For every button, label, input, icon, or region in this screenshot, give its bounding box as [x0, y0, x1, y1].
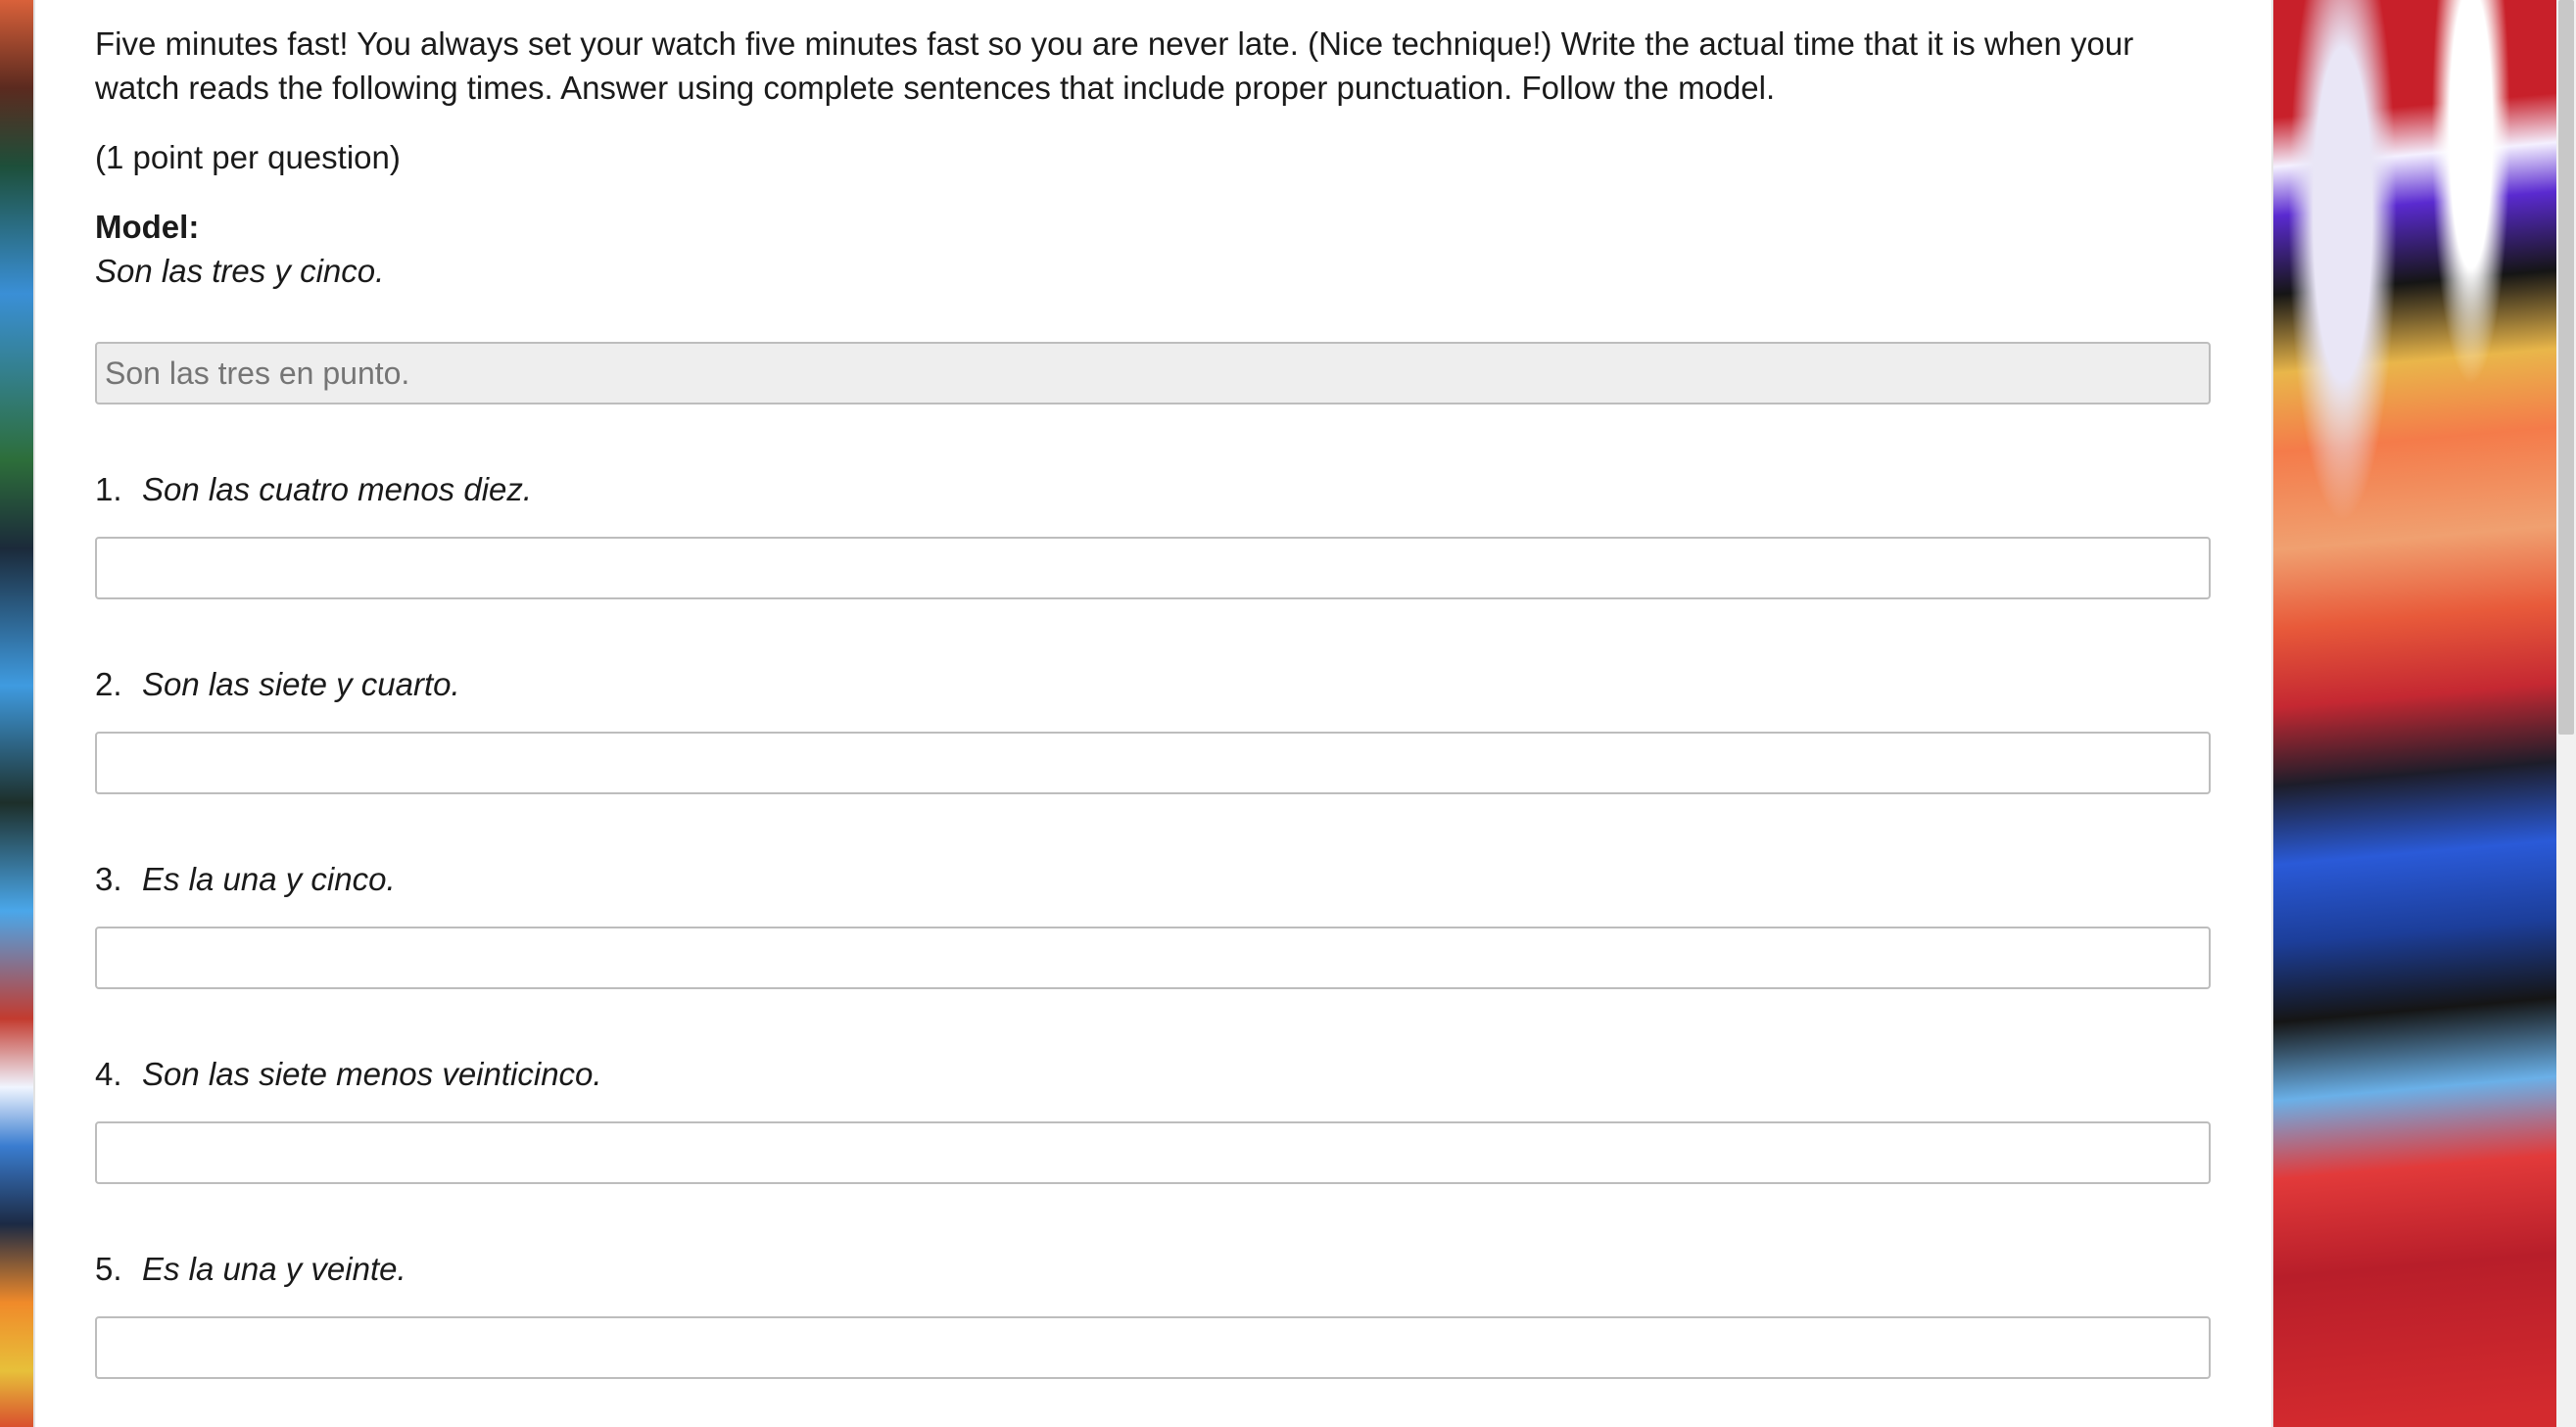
question-4: 4. Son las siete menos veinticinco. — [95, 1052, 2211, 1096]
model-answer-field — [95, 342, 2211, 404]
question-text: Son las cuatro menos diez. — [142, 471, 533, 507]
question-text: Son las siete menos veinticinco. — [142, 1056, 602, 1092]
question-text: Es la una y cinco. — [142, 861, 396, 897]
scrollbar-thumb[interactable] — [2558, 0, 2574, 735]
background-photo-left — [0, 0, 35, 1427]
question-number: 4. — [95, 1056, 122, 1092]
answer-field-5[interactable] — [95, 1316, 2211, 1379]
model-label: Model: — [95, 209, 200, 245]
question-number: 1. — [95, 471, 122, 507]
quiz-content: Five minutes fast! You always set your w… — [95, 22, 2211, 1379]
question-5: 5. Es la una y veinte. — [95, 1247, 2211, 1291]
answer-field-2[interactable] — [95, 732, 2211, 794]
question-3: 3. Es la una y cinco. — [95, 857, 2211, 901]
question-number: 5. — [95, 1251, 122, 1287]
page-scrollbar[interactable] — [2556, 0, 2576, 1427]
quiz-panel: Five minutes fast! You always set your w… — [36, 0, 2271, 1427]
answer-field-1[interactable] — [95, 537, 2211, 599]
question-text: Es la una y veinte. — [142, 1251, 406, 1287]
question-1: 1. Son las cuatro menos diez. — [95, 467, 2211, 511]
question-number: 3. — [95, 861, 122, 897]
instructions-text: Five minutes fast! You always set your w… — [95, 25, 2134, 106]
model-prompt: Son las tres y cinco. — [95, 253, 385, 289]
question-number: 2. — [95, 666, 122, 702]
page: Five minutes fast! You always set your w… — [0, 0, 2576, 1427]
background-photo-right — [2271, 0, 2556, 1427]
question-2: 2. Son las siete y cuarto. — [95, 662, 2211, 706]
answer-field-4[interactable] — [95, 1121, 2211, 1184]
question-text: Son las siete y cuarto. — [142, 666, 460, 702]
points-note: (1 point per question) — [95, 139, 401, 175]
answer-field-3[interactable] — [95, 927, 2211, 989]
